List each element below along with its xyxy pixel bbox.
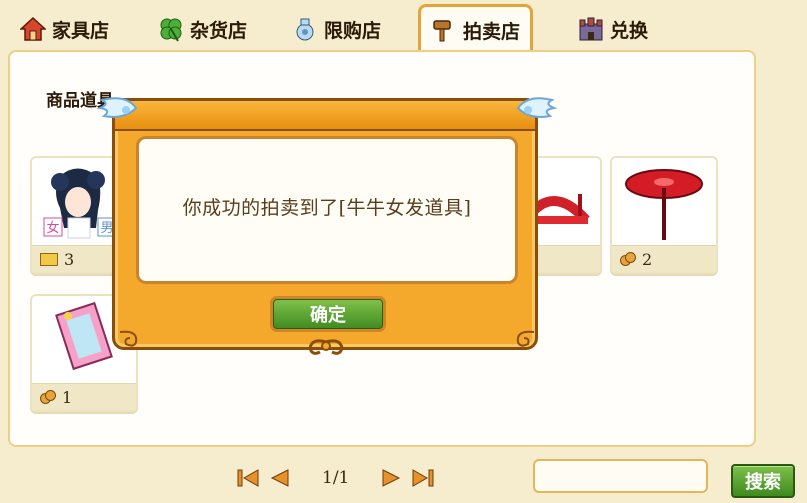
- search-input[interactable]: [533, 459, 708, 493]
- dialog-topbar: [112, 98, 538, 131]
- tab-auction[interactable]: 拍卖店: [418, 4, 534, 53]
- clover-icon: [158, 16, 184, 42]
- tab-exchange[interactable]: 兑换: [578, 10, 648, 48]
- red-umbrella-item-image: [618, 164, 710, 242]
- auction-success-dialog: 你成功的拍卖到了[牛牛女发道具] 确定: [96, 92, 558, 362]
- dialog-message: 你成功的拍卖到了[牛牛女发道具]: [182, 197, 472, 219]
- next-page-icon[interactable]: [379, 466, 403, 490]
- tab-limited[interactable]: 限购店: [292, 10, 381, 48]
- coin-icon: [40, 390, 56, 404]
- bottom-ornament-icon: [308, 339, 344, 355]
- castle-icon: [578, 16, 604, 42]
- item-price: 2: [612, 245, 716, 272]
- page-indicator: 1/1: [322, 468, 350, 488]
- price-value: 1: [62, 387, 73, 407]
- search-button[interactable]: 搜索: [731, 464, 795, 498]
- shop-item[interactable]: 2: [610, 156, 718, 274]
- tab-label: 家具店: [52, 19, 110, 42]
- female-badge: 女: [46, 220, 59, 236]
- shop-tabbar: 家具店 杂货店 限购店 拍卖店 兑换: [0, 0, 807, 53]
- right-wing-icon: [516, 97, 558, 118]
- item-price: 1: [32, 383, 136, 410]
- prev-page-icon[interactable]: [268, 466, 292, 490]
- left-curl-icon: [119, 330, 138, 347]
- tab-grocery[interactable]: 杂货店: [158, 10, 247, 48]
- confirm-button[interactable]: 确定: [270, 296, 386, 332]
- tab-label: 限购店: [324, 19, 382, 42]
- price-value: 2: [642, 249, 653, 269]
- tab-label: 杂货店: [190, 19, 248, 42]
- coin-icon: [620, 252, 636, 266]
- tab-furniture[interactable]: 家具店: [19, 10, 110, 48]
- first-page-icon[interactable]: [236, 466, 260, 490]
- dialog-body: 你成功的拍卖到了[牛牛女发道具]: [136, 136, 518, 284]
- last-page-icon[interactable]: [411, 466, 435, 490]
- tab-label: 拍卖店: [463, 20, 521, 43]
- pagination: 1/1: [236, 463, 435, 493]
- left-wing-icon: [96, 97, 138, 118]
- gavel-icon: [431, 17, 457, 43]
- price-value: 3: [64, 249, 75, 269]
- right-curl-icon: [516, 330, 535, 347]
- tab-label: 兑换: [610, 19, 649, 42]
- gold-icon: [40, 252, 58, 266]
- vase-icon: [292, 16, 318, 42]
- house-icon: [19, 16, 47, 42]
